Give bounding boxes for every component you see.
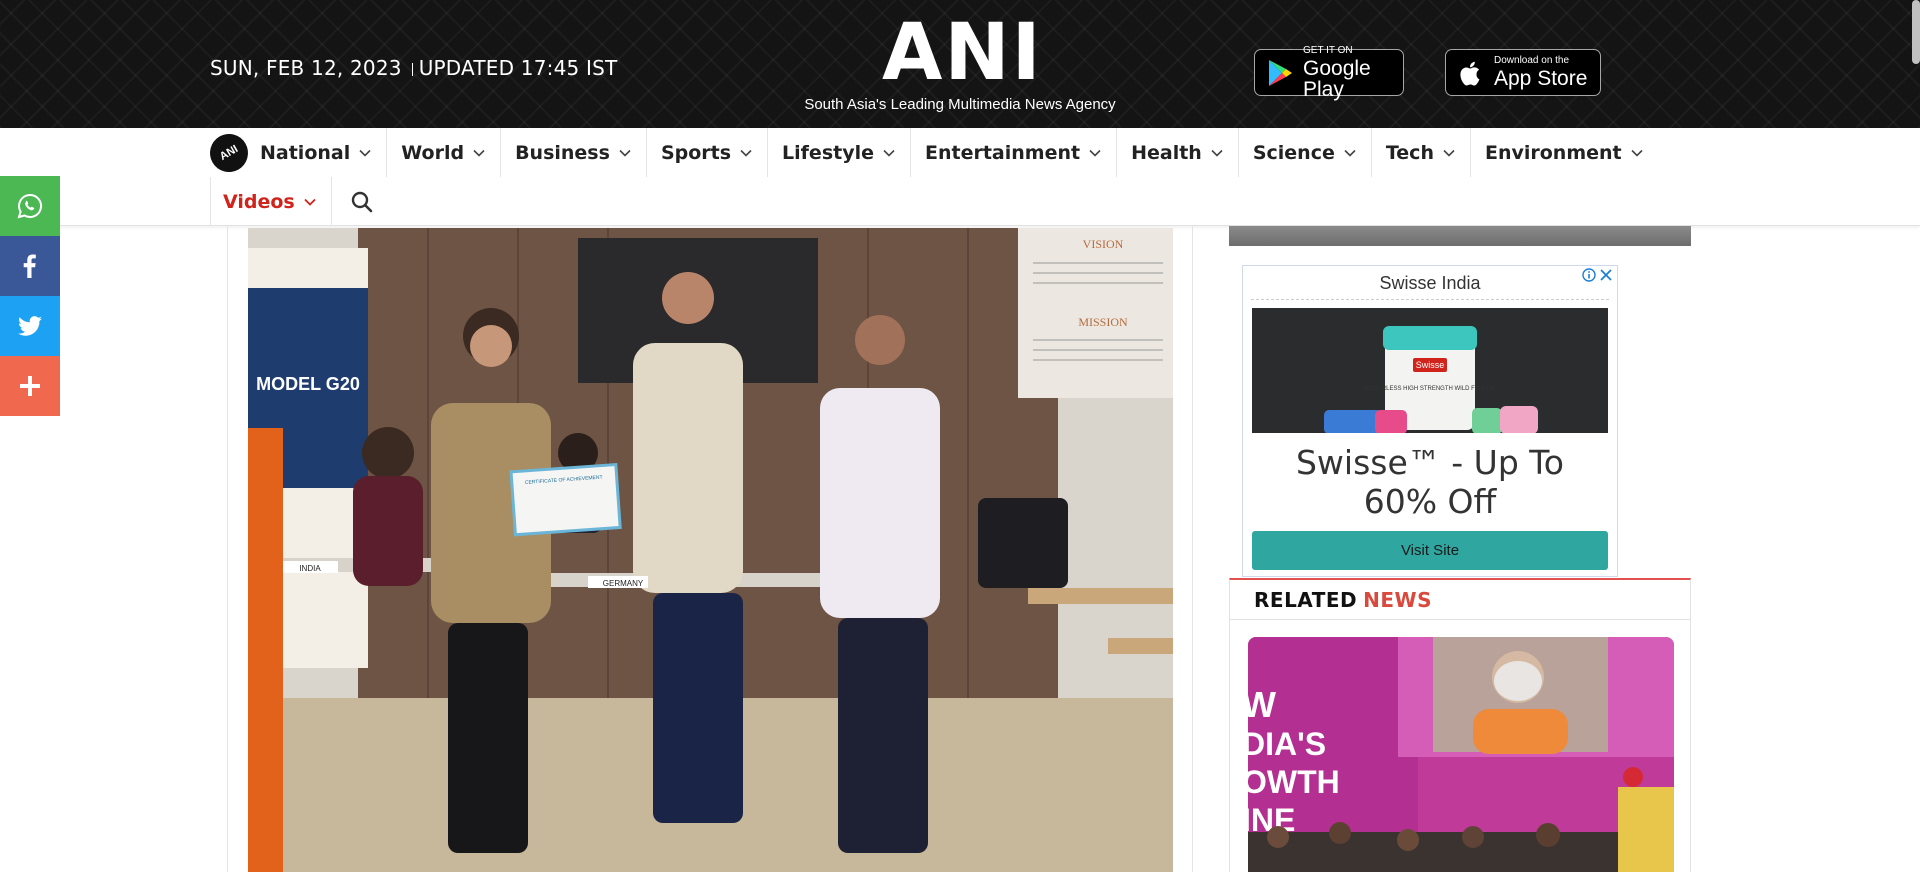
- ad-product-text: ODOURLESS HIGH STRENGTH WILD FISH OIL: [1364, 386, 1497, 392]
- nav-label: National: [260, 141, 351, 164]
- nav-label: Health: [1131, 141, 1202, 164]
- related-image-line3: OWTH: [1248, 764, 1340, 800]
- sidebar-top-strip: [1229, 226, 1691, 246]
- chevron-down-icon: [359, 149, 371, 157]
- ad-product-brand: Swisse: [1416, 360, 1445, 370]
- twitter-icon: [18, 316, 42, 336]
- nav-item-health[interactable]: Health: [1117, 128, 1239, 177]
- main-navigation: ANI National World Business Sports Lifes…: [0, 126, 1920, 226]
- nav-row-primary: ANI National World Business Sports Lifes…: [203, 126, 1658, 179]
- advertisement[interactable]: Swisse India Swisse ODOURLESS HIGH STREN…: [1242, 265, 1618, 577]
- google-play-small-text: GET IT ON: [1303, 44, 1353, 56]
- app-store-button[interactable]: Download on the App Store: [1445, 49, 1601, 96]
- plus-icon: [20, 376, 40, 396]
- search-button[interactable]: [332, 177, 392, 226]
- nav-label: Business: [515, 141, 610, 164]
- news-word: NEWS: [1363, 587, 1433, 612]
- whatsapp-share-button[interactable]: [0, 176, 60, 236]
- chevron-down-icon: [1211, 149, 1223, 157]
- facebook-share-button[interactable]: [0, 236, 60, 296]
- photo-banner-text: MODEL G20: [256, 374, 360, 394]
- chevron-down-icon: [1443, 149, 1455, 157]
- chevron-down-icon: [473, 149, 485, 157]
- ad-brand-name[interactable]: Swisse India: [1243, 273, 1617, 294]
- social-share-bar: [0, 176, 60, 416]
- site-tagline: South Asia's Leading Multimedia News Age…: [804, 96, 1116, 113]
- ad-product-image[interactable]: Swisse ODOURLESS HIGH STRENGTH WILD FISH…: [1252, 308, 1608, 433]
- more-share-button[interactable]: [0, 356, 60, 416]
- ad-headline-line1: Swisse™ - Up To: [1295, 443, 1564, 482]
- scrollbar-thumb[interactable]: [1912, 0, 1920, 64]
- nav-label: Videos: [223, 190, 295, 213]
- chevron-down-icon: [1089, 149, 1101, 157]
- nav-row-secondary: Videos: [210, 177, 392, 226]
- related-word: RELATED: [1254, 587, 1358, 612]
- facebook-icon: [23, 254, 36, 278]
- article-photo-illustration: VISION MISSION MODEL G20 CERTIFICATE OF …: [248, 228, 1173, 872]
- date-line: SUN, FEB 12, 2023 UPDATED 17:45 IST: [210, 56, 617, 80]
- nav-item-videos[interactable]: Videos: [211, 177, 332, 226]
- nav-label: Sports: [660, 141, 732, 164]
- ani-logo[interactable]: ANI: [882, 14, 1041, 92]
- chevron-down-icon: [304, 198, 316, 206]
- top-banner: SUN, FEB 12, 2023 UPDATED 17:45 IST ANI S…: [0, 0, 1920, 128]
- nav-label: Lifestyle: [782, 141, 874, 164]
- nav-label: Environment: [1484, 141, 1622, 164]
- nav-item-lifestyle[interactable]: Lifestyle: [768, 128, 911, 177]
- app-store-big-text: App Store: [1494, 67, 1588, 90]
- nav-home-logo[interactable]: ANI: [203, 126, 255, 179]
- nav-item-tech[interactable]: Tech: [1372, 128, 1471, 177]
- whatsapp-icon: [17, 193, 42, 219]
- ad-headline-line2: 60% Off: [1363, 482, 1497, 521]
- nav-item-environment[interactable]: Environment: [1471, 128, 1658, 177]
- fish-oil-bottles-image: Swisse ODOURLESS HIGH STRENGTH WILD FISH…: [1252, 308, 1608, 433]
- photo-placard-india: INDIA: [299, 564, 321, 573]
- app-store-small-text: Download on the: [1494, 55, 1570, 66]
- nav-item-science[interactable]: Science: [1239, 128, 1372, 177]
- nav-item-business[interactable]: Business: [501, 128, 647, 177]
- related-news-image[interactable]: W DIA'S OWTH INE: [1248, 637, 1674, 872]
- nav-label: Entertainment: [925, 141, 1081, 164]
- nav-label: Science: [1252, 141, 1335, 164]
- google-play-big-text: Google Play: [1303, 56, 1371, 101]
- related-news-header: RELATED NEWS: [1229, 578, 1691, 620]
- chevron-down-icon: [1631, 149, 1643, 157]
- photo-mission-text: MISSION: [1078, 315, 1128, 329]
- nav-item-entertainment[interactable]: Entertainment: [911, 128, 1118, 177]
- nav-item-national[interactable]: National: [260, 128, 388, 177]
- chevron-down-icon: [1344, 149, 1356, 157]
- photo-placard-germany: GERMANY: [603, 579, 644, 588]
- date-separator: [411, 63, 413, 76]
- current-date: SUN, FEB 12, 2023: [210, 56, 402, 80]
- updated-time: UPDATED 17:45 IST: [418, 56, 618, 80]
- nav-label: Tech: [1385, 141, 1434, 164]
- apple-icon: [1460, 61, 1480, 85]
- related-news-thumbnail: W DIA'S OWTH INE: [1248, 637, 1674, 872]
- google-play-icon: [1269, 59, 1292, 86]
- ad-headline[interactable]: Swisse™ - Up To 60% Off: [1243, 443, 1617, 521]
- chevron-down-icon: [619, 149, 631, 157]
- twitter-share-button[interactable]: [0, 296, 60, 356]
- ad-divider: [1251, 299, 1609, 300]
- search-icon: [351, 191, 373, 212]
- photo-vision-text: VISION: [1083, 237, 1124, 251]
- nav-item-world[interactable]: World: [387, 128, 502, 177]
- article-photo: VISION MISSION MODEL G20 CERTIFICATE OF …: [248, 228, 1173, 872]
- google-play-button[interactable]: GET IT ON Google Play: [1254, 44, 1404, 100]
- nav-label: World: [401, 141, 465, 164]
- chevron-down-icon: [740, 149, 752, 157]
- nav-item-sports[interactable]: Sports: [647, 128, 769, 177]
- related-image-line2: DIA'S: [1248, 726, 1326, 762]
- visit-site-button[interactable]: Visit Site: [1252, 531, 1608, 570]
- related-image-line1: W: [1248, 684, 1276, 725]
- chevron-down-icon: [883, 149, 895, 157]
